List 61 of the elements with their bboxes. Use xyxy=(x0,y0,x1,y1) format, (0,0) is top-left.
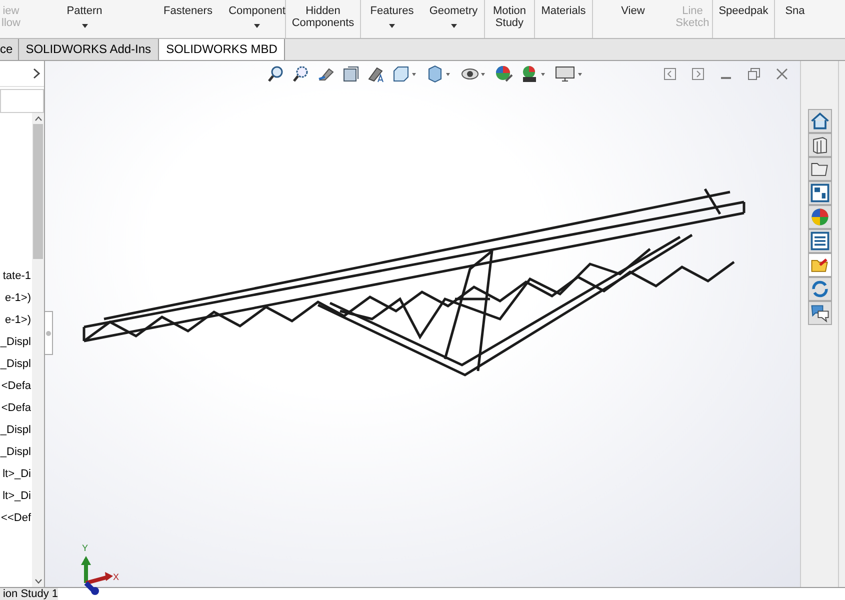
caret-icon xyxy=(389,24,395,28)
home-icon[interactable] xyxy=(808,109,832,133)
zoom-to-fit-icon[interactable] xyxy=(267,65,285,83)
ribbon-button[interactable]: Materials xyxy=(535,0,593,38)
appearance-icon[interactable] xyxy=(495,65,513,83)
tree-item[interactable]: _Displ xyxy=(0,441,32,463)
bottom-tab[interactable]: ion Study 1 xyxy=(0,588,58,600)
tree-item[interactable]: lt>_Di xyxy=(0,485,32,507)
ribbon-button[interactable]: Geometry xyxy=(423,0,485,38)
ribbon-button[interactable]: Sna xyxy=(775,0,815,38)
tree-item[interactable]: _Displ xyxy=(0,353,32,375)
tree-item[interactable]: e-1>) xyxy=(0,309,32,331)
y-axis-label: Y xyxy=(82,544,88,553)
view-tools-icon[interactable] xyxy=(367,65,385,83)
ribbon-button[interactable]: Pattern xyxy=(22,0,147,38)
ribbon-button[interactable]: Features xyxy=(361,0,423,38)
folder-icon[interactable] xyxy=(808,157,832,181)
tree-item[interactable]: <Defa xyxy=(0,375,32,397)
tree-item[interactable]: lt>_Di xyxy=(0,463,32,485)
parts-icon[interactable] xyxy=(808,133,832,157)
color-wheel-icon[interactable] xyxy=(808,205,832,229)
tab[interactable]: SOLIDWORKS Add-Ins xyxy=(18,39,160,60)
scroll-down-icon[interactable] xyxy=(34,579,42,584)
caret-icon xyxy=(82,24,88,28)
vertical-scrollbar[interactable] xyxy=(838,61,845,587)
ribbon-button[interactable]: Speedpak xyxy=(713,0,775,38)
close-icon[interactable] xyxy=(776,68,788,80)
tree-item[interactable]: _Displ xyxy=(0,419,32,441)
caret-icon xyxy=(450,24,456,28)
restore-icon[interactable] xyxy=(748,68,760,80)
tile-left-icon[interactable] xyxy=(664,68,676,80)
filter-field[interactable] xyxy=(0,89,44,113)
refresh-icon[interactable] xyxy=(808,277,832,301)
view-orientation-icon[interactable] xyxy=(392,65,418,83)
tree-item[interactable]: <<Def xyxy=(0,507,32,529)
x-axis-label: X xyxy=(113,573,120,582)
properties-list-icon[interactable] xyxy=(808,229,832,253)
scrollbar[interactable] xyxy=(32,113,44,587)
ribbon-button[interactable]: Component xyxy=(229,0,286,38)
tree-item[interactable]: _Displ xyxy=(0,331,32,353)
scroll-up-icon[interactable] xyxy=(34,116,42,121)
tab[interactable]: ce xyxy=(0,39,19,60)
caret-icon xyxy=(254,24,260,28)
ribbon-button[interactable]: View xyxy=(593,0,673,38)
panel-splitter-handle[interactable] xyxy=(45,311,53,355)
ribbon-button[interactable]: Hidden Components xyxy=(286,0,361,38)
chat-icon[interactable] xyxy=(808,301,832,325)
scroll-thumb[interactable] xyxy=(33,124,43,259)
scene-icon[interactable] xyxy=(520,65,548,83)
tree-item[interactable]: <Defa xyxy=(0,397,32,419)
ribbon-button[interactable]: Motion Study xyxy=(485,0,535,38)
monitor-icon[interactable] xyxy=(555,65,585,83)
tab[interactable]: SOLIDWORKS MBD xyxy=(159,39,286,60)
zoom-area-icon[interactable] xyxy=(292,65,310,83)
layout-icon[interactable] xyxy=(808,181,832,205)
ribbon-button[interactable]: Fasteners xyxy=(147,0,229,38)
tree-item[interactable]: tate-1 xyxy=(0,265,32,287)
tree-item[interactable]: e-1>) xyxy=(0,287,32,309)
chevron-right-icon[interactable] xyxy=(33,68,40,79)
tile-right-icon[interactable] xyxy=(692,68,704,80)
section-view-icon[interactable] xyxy=(342,65,360,83)
